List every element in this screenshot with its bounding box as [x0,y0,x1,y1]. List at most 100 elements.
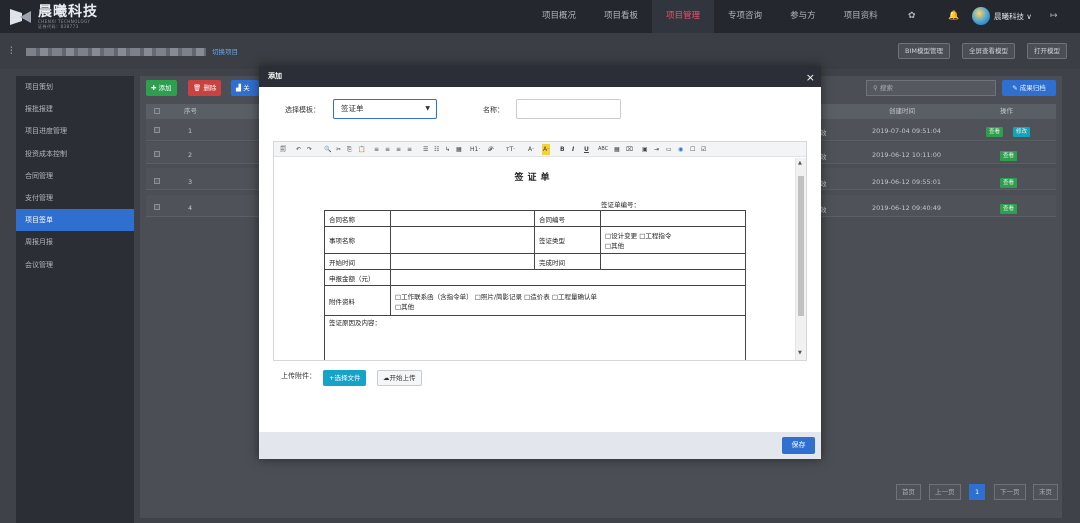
font-family-dropdown[interactable]: 𝓕· [488,144,494,155]
cell-visa-type-options[interactable]: □设计变更 □工程指令 □其他 [600,226,746,254]
view-button[interactable]: 查看 [1000,178,1018,188]
user-menu[interactable]: 晨曦科技 ∨ [994,0,1032,33]
edit-button[interactable]: 修改 [1013,127,1031,137]
select-all-checkbox[interactable] [154,108,160,114]
sidebar-item-planning[interactable]: 项目策划 [16,76,134,98]
cell-reason[interactable]: 签证原因及内容： [324,315,746,360]
sidebar-item-meetings[interactable]: 会议管理 [16,254,134,276]
choose-file-button[interactable]: +选择文件 [323,370,367,386]
modal-footer [259,432,821,459]
gear-icon[interactable]: ✿ [908,0,916,33]
indent-icon[interactable]: ↳ [445,144,450,155]
pager-current[interactable]: 1 [969,484,986,500]
paste-icon[interactable]: 📋 [358,144,365,155]
bell-icon[interactable]: 🔔 [948,0,959,33]
cell-amount-value[interactable] [390,269,746,286]
copy-icon[interactable]: ⎘ [347,144,352,155]
row-checkbox[interactable] [154,178,160,184]
nav-item-consulting[interactable]: 专项咨询 [714,0,776,33]
strikethrough-icon[interactable]: ABC [598,144,608,155]
search-input[interactable]: ⚲ 搜索 [866,80,996,96]
sidebar-item-payment[interactable]: 支付管理 [16,187,134,209]
underline-icon[interactable]: U [584,144,589,155]
checkbox-icon[interactable]: ☐ [690,144,695,155]
editor-content[interactable]: 签证单 签证单编号： 合同名称 合同编号 事项名称 签证类型 □设计变更 □工程… [274,158,794,360]
cell-start-time-value[interactable] [390,253,535,270]
nav-item-documents[interactable]: 项目资料 [830,0,892,33]
scroll-down-icon[interactable]: ▼ [798,350,802,356]
checked-checkbox-icon[interactable]: ☑ [701,144,706,155]
italic-icon[interactable]: I [572,144,574,155]
font-color-icon[interactable]: A· [528,144,534,155]
frame-icon[interactable]: ▭ [666,144,672,155]
redo-icon[interactable]: ↷ [307,144,312,155]
undo-icon[interactable]: ↶ [296,144,301,155]
heading-dropdown[interactable]: H1· [470,144,480,155]
highlight-icon[interactable]: A· [542,144,551,155]
scroll-thumb[interactable] [798,176,804,316]
sidebar-item-cost[interactable]: 投资成本控制 [16,143,134,165]
rich-text-editor[interactable]: 🗐 ↶ ↷ 🔍 ✂ ⎘ 📋 ≡ ≡ ≡ ≡ ☰ ☷ ↳ ▦ H1· 𝓕· тT·… [273,141,807,361]
image-icon[interactable]: ▣ [642,144,648,155]
logout-icon[interactable]: ↦ [1050,0,1058,33]
sidebar-item-approval[interactable]: 报批报建 [16,98,134,120]
sidebar-item-reports[interactable]: 周报月报 [16,231,134,253]
source-icon[interactable]: 🗐 [280,144,286,155]
view-button[interactable]: 查看 [1000,204,1018,214]
cut-icon[interactable]: ✂ [336,144,341,155]
grid-icon[interactable]: ▦ [614,144,620,155]
find-icon[interactable]: 🔍 [324,144,331,155]
font-size-dropdown[interactable]: тT· [506,144,515,155]
align-left-icon[interactable]: ≡ [374,144,379,155]
pager-last[interactable]: 末页 [1033,484,1058,500]
close-icon[interactable]: × [806,66,815,89]
sidebar-item-progress[interactable]: 项目进度管理 [16,120,134,142]
delete-button[interactable]: 🗑 删除 [188,80,222,96]
nav-item-overview[interactable]: 项目概况 [528,0,590,33]
add-button[interactable]: ✚ 添加 [146,80,177,96]
insert-icon[interactable]: ⇥ [654,144,659,155]
pager-prev[interactable]: 上一页 [929,484,961,500]
save-button[interactable]: 保存 [782,437,815,454]
open-model-button[interactable]: 打开模型 [1027,43,1067,59]
view-button[interactable]: 查看 [986,127,1004,137]
template-select[interactable]: 签证单 ▼ [333,99,437,119]
clear-format-icon[interactable]: ⌧ [626,144,633,155]
align-justify-icon[interactable]: ≡ [407,144,412,155]
cell-item-name-value[interactable] [390,226,535,254]
nav-item-participants[interactable]: 参与方 [776,0,830,33]
archive-button[interactable]: ✎ 成果归档 [1002,80,1056,96]
align-center-icon[interactable]: ≡ [385,144,390,155]
row-checkbox[interactable] [154,204,160,210]
brand-logo[interactable]: 晨曦科技 CHENXI TECHNOLOGY 证券代码：838773 [10,5,98,29]
scroll-up-icon[interactable]: ▲ [798,160,802,166]
brand-stock-code: 证券代码：838773 [38,24,79,29]
cell-contract-name-value[interactable] [390,210,535,227]
nav-item-project-management[interactable]: 项目管理 [652,0,715,33]
editor-scrollbar[interactable]: ▲ ▼ [795,158,806,360]
align-right-icon[interactable]: ≡ [396,144,401,155]
name-input[interactable] [516,99,621,119]
row-checkbox[interactable] [154,151,160,157]
avatar[interactable] [972,7,990,25]
row-checkbox[interactable] [154,127,160,133]
unordered-list-icon[interactable]: ☷ [434,144,439,155]
bold-icon[interactable]: B [560,144,565,155]
relate-button[interactable]: ▟ 关 [231,80,259,96]
switch-project-link[interactable]: 切换项目 [212,46,238,56]
view-button[interactable]: 查看 [1000,151,1018,161]
cell-end-time-value[interactable] [600,253,746,270]
cell-contract-no-value[interactable] [600,210,746,227]
fullscreen-model-button[interactable]: 全屏查看模型 [962,43,1015,59]
pager-first[interactable]: 首页 [896,484,921,500]
sidebar-item-contract[interactable]: 合同管理 [16,165,134,187]
cell-attachment-options[interactable]: □工作联系函（含指令单） □照片/简影记录 □造价表 □工程量确认单 □其他 [390,285,746,316]
table-icon[interactable]: ▦ [456,144,462,155]
pager-next[interactable]: 下一页 [994,484,1026,500]
help-icon[interactable]: ◉ [678,144,683,155]
ordered-list-icon[interactable]: ☰ [423,144,428,155]
start-upload-button[interactable]: ☁开始上传 [377,370,422,386]
sidebar-item-visa[interactable]: 项目签单 [16,209,134,232]
bim-model-manage-button[interactable]: BIM模型管理 [898,43,950,59]
nav-item-board[interactable]: 项目看板 [590,0,652,33]
